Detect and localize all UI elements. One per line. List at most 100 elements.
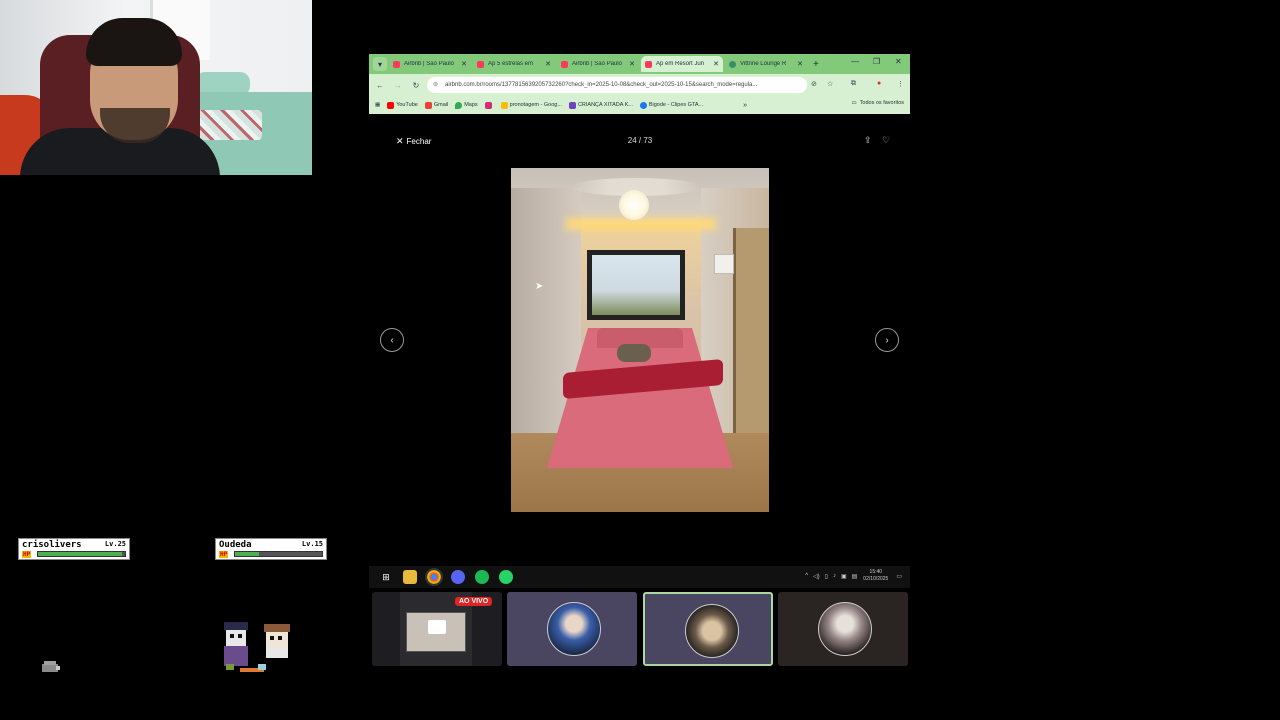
facebook-icon (639, 101, 647, 109)
close-icon: ✕ (396, 136, 404, 146)
heart-icon[interactable]: ♡ (882, 135, 890, 146)
bookmark-label: pronotagem - Goog... (509, 102, 562, 108)
site-info-icon[interactable]: ⊜ (433, 77, 438, 93)
extensions-icon[interactable]: ⧉ (851, 80, 856, 88)
browser-tab[interactable]: Airbnb | São Paulo ✕ (557, 56, 639, 72)
photo-wardrobe (733, 228, 769, 458)
share-icon[interactable]: ⇪ (864, 135, 872, 146)
tab-label: Ap em Resort Jun (656, 61, 705, 67)
microphone-icon[interactable]: ♪ (833, 573, 836, 579)
player-name: crisolivers (22, 540, 82, 550)
forward-icon[interactable]: → (391, 81, 405, 90)
bookmark-item[interactable]: YouTube (387, 101, 418, 109)
tab-search-button[interactable]: ▾ (373, 57, 387, 71)
monitor-icon (428, 620, 446, 634)
speaker-icon[interactable]: ◁) (813, 573, 820, 580)
browser-tab[interactable]: Ap 5 estrelas em ✕ (473, 56, 555, 72)
twitch-icon (568, 101, 576, 109)
windows-start-icon[interactable]: ⊞ (379, 570, 393, 584)
close-gallery-button[interactable]: ✕ Fechar (396, 136, 431, 147)
bookmark-item[interactable]: Maps (455, 101, 478, 109)
all-bookmarks-folder[interactable]: ▭ Todos os favoritos (851, 100, 904, 106)
bookmark-item[interactable] (484, 101, 494, 109)
photo-window (587, 250, 685, 320)
spotify-icon[interactable] (475, 570, 489, 584)
hp-label: HP (22, 551, 32, 558)
apps-grid-icon[interactable]: ▦ (375, 102, 380, 108)
bookmark-item[interactable]: Gmail (424, 101, 448, 109)
all-bookmarks-label: Todos os favoritos (859, 100, 904, 106)
tab-close-icon[interactable]: ✕ (461, 60, 467, 68)
site-favicon-icon (729, 60, 736, 68)
photo-window-view (592, 255, 680, 315)
hp-bar-fill (38, 552, 123, 556)
reload-icon[interactable]: ↻ (409, 81, 423, 90)
pixel-characters-sprite (224, 622, 290, 672)
photo-led-strip (566, 218, 716, 230)
restore-icon[interactable]: ❐ (873, 57, 880, 66)
notifications-icon[interactable]: ▭ (896, 573, 902, 580)
chrome-icon[interactable] (425, 568, 443, 586)
airbnb-favicon-icon (561, 60, 568, 68)
listing-photo (511, 168, 769, 512)
tab-close-icon[interactable]: ✕ (713, 60, 719, 68)
browser-tab-active[interactable]: Ap em Resort Jun ✕ (641, 56, 723, 72)
airbnb-favicon-icon (477, 60, 484, 68)
call-tile-participant[interactable] (778, 592, 908, 666)
chevron-up-icon[interactable]: ^ (805, 573, 808, 579)
minimize-icon[interactable]: — (851, 57, 859, 66)
airbnb-favicon-icon (393, 60, 400, 68)
bookmark-label: CRIANÇA XITADA K... (577, 102, 633, 108)
bookmark-item[interactable]: CRIANÇA XITADA K... (568, 101, 633, 109)
next-photo-button[interactable]: › (875, 328, 899, 352)
mouse-cursor-icon: ➤ (535, 281, 544, 292)
call-tile-participant[interactable] (507, 592, 637, 666)
url-text: airbnb.com.br/rooms/1377815639205732260?… (445, 82, 758, 88)
bookmark-label: YouTube (396, 102, 418, 108)
hp-bar (234, 551, 323, 557)
browser-tab[interactable]: Airbnb | São Paulo ✕ (389, 56, 471, 72)
photo-bag (617, 344, 651, 362)
bookmark-label: Bigode - Clipes GTA... (648, 102, 704, 108)
file-explorer-icon[interactable] (403, 570, 417, 584)
extension-shield-icon[interactable]: ● (877, 80, 881, 87)
tab-label: Airbnb | São Paulo (572, 61, 622, 67)
battery-icon[interactable]: ▯ (825, 573, 828, 580)
previous-photo-button[interactable]: ‹ (380, 328, 404, 352)
menu-icon[interactable]: ⋮ (897, 80, 904, 88)
eye-off-icon[interactable]: ⊘ (811, 80, 817, 88)
tab-close-icon[interactable]: ✕ (545, 60, 551, 68)
bookmark-item[interactable]: pronotagem - Goog... (500, 101, 562, 109)
browser-toolbar: ← → ↻ ⊜ airbnb.com.br/rooms/137781563920… (369, 74, 910, 96)
player-hp-card: Oudeda Lv.15 HP (215, 538, 327, 560)
photo-counter: 24 / 73 (627, 136, 653, 145)
participant-avatar (818, 602, 872, 656)
back-icon[interactable]: ← (373, 81, 387, 90)
bookmark-star-icon[interactable]: ☆ (827, 80, 833, 88)
webcam-streamer-hair (86, 18, 182, 66)
bookmark-label: Maps (464, 102, 478, 108)
taskbar-clock[interactable]: 15:40 02/10/2025 (863, 569, 888, 583)
call-tile-participant-speaking[interactable] (643, 592, 773, 666)
new-tab-icon[interactable]: + (813, 59, 819, 70)
browser-tab[interactable]: Vittrine Lounge R ✕ (725, 56, 807, 72)
hp-label: HP (219, 551, 229, 558)
address-bar[interactable]: ⊜ airbnb.com.br/rooms/137781563920573226… (427, 77, 807, 93)
youtube-icon (387, 101, 395, 109)
tab-strip: ▾ Airbnb | São Paulo ✕ Ap 5 estrelas em … (369, 54, 910, 74)
more-bookmarks-icon[interactable]: » (743, 102, 747, 109)
close-label: Fechar (406, 137, 432, 146)
discord-icon[interactable] (451, 570, 465, 584)
instagram-icon (484, 101, 492, 109)
whatsapp-icon[interactable] (499, 570, 513, 584)
clock-time: 15:40 (869, 569, 883, 575)
close-window-icon[interactable]: ✕ (895, 57, 902, 66)
tab-close-icon[interactable]: ✕ (797, 60, 803, 68)
participant-avatar (685, 604, 739, 658)
display-icon[interactable]: ▣ (841, 573, 847, 580)
network-icon[interactable]: ▤ (852, 573, 858, 580)
bookmark-item[interactable]: Bigode - Clipes GTA... (639, 101, 704, 109)
chevron-left-icon: ‹ (390, 334, 394, 346)
tab-close-icon[interactable]: ✕ (629, 60, 635, 68)
airbnb-favicon-icon (645, 60, 652, 68)
